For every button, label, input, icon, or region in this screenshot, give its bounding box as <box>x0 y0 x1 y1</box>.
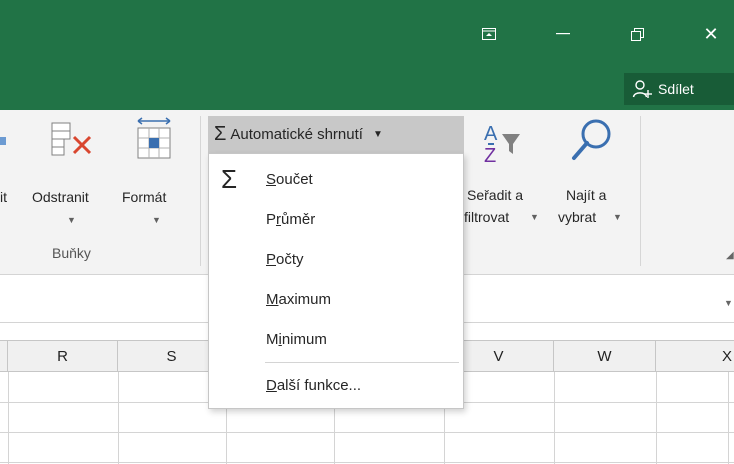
sort-filter-caret[interactable]: ▼ <box>530 212 539 222</box>
menu-item-min[interactable]: Minimum <box>209 320 463 360</box>
ribbon-display-options-button[interactable] <box>466 0 512 68</box>
minimize-button[interactable] <box>540 0 586 68</box>
sigma-icon: Σ <box>214 123 227 145</box>
insert-cells-label[interactable]: it <box>0 188 7 206</box>
group-separator <box>640 116 641 266</box>
restore-button[interactable] <box>614 0 660 68</box>
menu-separator <box>265 362 459 363</box>
delete-cells-label[interactable]: Odstranit <box>32 188 89 206</box>
autosum-menu: Σ Součet Průměr Počty Maximum Minimum Da… <box>208 153 464 409</box>
column-header-w[interactable]: W <box>554 341 656 371</box>
minimize-icon <box>556 33 570 35</box>
autosum-button[interactable]: Σ Automatické shrnutí ▼ <box>208 116 464 153</box>
share-label: Sdílet <box>658 81 694 97</box>
menu-item-count[interactable]: Počty <box>209 240 463 280</box>
ribbon-display-options-icon <box>482 28 496 40</box>
column-header-x[interactable]: X <box>656 341 734 371</box>
close-icon: ✕ <box>703 23 719 44</box>
delete-cells-icon <box>51 122 92 156</box>
close-button[interactable]: ✕ <box>688 0 734 68</box>
svg-text:Z: Z <box>484 145 496 167</box>
share-button[interactable]: Sdílet <box>624 73 734 105</box>
sort-filter-label-2[interactable]: filtrovat <box>464 208 509 226</box>
menu-item-sum[interactable]: Σ Součet <box>209 160 463 200</box>
autosum-label: Automatické shrnutí <box>230 126 363 143</box>
find-select-icon <box>572 119 611 160</box>
format-cells-button[interactable] <box>132 116 182 166</box>
format-cells-caret[interactable]: ▼ <box>152 215 161 225</box>
menu-item-more-functions[interactable]: Další funkce... <box>209 366 463 406</box>
collapse-ribbon-icon[interactable]: ◢ <box>726 250 734 261</box>
row-header-corner <box>0 341 8 371</box>
find-select-label-1[interactable]: Najít a <box>566 186 606 204</box>
delete-cells-button[interactable] <box>48 120 108 170</box>
format-cells-icon <box>137 117 171 159</box>
column-header-r[interactable]: R <box>8 341 118 371</box>
format-cells-label[interactable]: Formát <box>122 188 166 206</box>
restore-icon <box>630 27 644 41</box>
formula-bar-expand-icon[interactable]: ▼ <box>724 298 733 308</box>
find-select-label-2[interactable]: vybrat <box>558 208 596 226</box>
cells-group-label: Buňky <box>52 245 91 261</box>
group-separator <box>200 116 201 266</box>
insert-cells-icon <box>0 137 6 145</box>
share-person-icon <box>632 80 652 98</box>
sigma-icon: Σ <box>221 164 238 194</box>
sort-filter-icon: A Z <box>484 123 520 167</box>
chevron-down-icon[interactable]: ▼ <box>373 129 383 140</box>
menu-item-max[interactable]: Maximum <box>209 280 463 320</box>
find-select-button[interactable] <box>566 116 616 166</box>
sort-filter-button[interactable]: A Z <box>480 120 530 170</box>
sort-filter-label-1[interactable]: Seřadit a <box>467 186 523 204</box>
find-select-caret[interactable]: ▼ <box>613 212 622 222</box>
svg-text:A: A <box>484 123 498 145</box>
menu-item-average[interactable]: Průměr <box>209 200 463 240</box>
delete-cells-caret[interactable]: ▼ <box>67 215 76 225</box>
title-bar: ✕ <box>0 0 734 68</box>
